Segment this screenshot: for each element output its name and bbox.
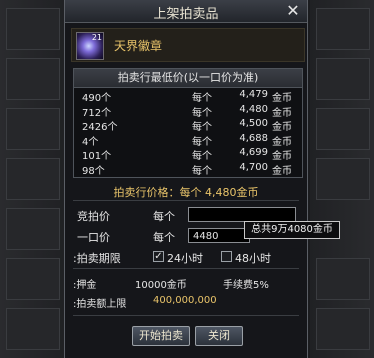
row-price: 4,700 <box>239 161 268 173</box>
row-price: 4,480 <box>239 103 268 115</box>
lowest-price-table: 拍卖行最低价(以一口价为准) 490个 每个 4,479 金币 712个 每个 … <box>73 68 303 178</box>
deposit-value: 10000金币 <box>135 280 187 291</box>
background-slot <box>6 158 60 200</box>
reference-price: 拍卖行价格：每个 4,480金币 <box>65 184 307 200</box>
background-slot <box>316 258 370 300</box>
48h-label[interactable]: 48小时 <box>235 250 271 266</box>
row-each: 每个 <box>192 165 212 177</box>
limit-value: 400,000,000 <box>153 295 217 306</box>
row-price: 4,500 <box>239 118 268 130</box>
background-slot <box>6 208 60 250</box>
background-slot <box>6 308 60 350</box>
dialog-titlebar[interactable]: 上架拍卖品 ✕ <box>65 0 307 23</box>
row-price: 4,688 <box>239 132 268 144</box>
row-price: 4,699 <box>239 147 268 159</box>
item-name: 天界徽章 <box>114 39 163 53</box>
background-slot <box>316 58 370 100</box>
table-row[interactable]: 490个 每个 4,479 金币 <box>74 88 302 104</box>
badge-item-icon[interactable]: 21 <box>76 32 104 60</box>
buyout-price-label: 一口价 <box>77 231 110 244</box>
duration-label: :拍卖期限 <box>73 252 121 265</box>
divider <box>73 268 299 269</box>
table-row[interactable]: 2426个 每个 4,500 金币 <box>74 117 302 133</box>
background-slot <box>6 108 60 150</box>
background-panel-right <box>310 0 374 358</box>
background-panel-left <box>0 0 64 358</box>
table-row[interactable]: 4个 每个 4,688 金币 <box>74 132 302 148</box>
item-slot: 21 天界徽章 <box>71 28 305 62</box>
item-icon-badge: 21 <box>91 33 102 42</box>
table-row[interactable]: 98个 每个 4,700 金币 <box>74 161 302 177</box>
background-slot <box>316 158 370 200</box>
close-icon[interactable]: ✕ <box>283 1 303 21</box>
48h-checkbox[interactable] <box>221 251 232 262</box>
buyout-each-label: 每个 <box>153 231 175 244</box>
reference-price-label: 拍卖行价格 <box>113 186 169 199</box>
buyout-price-input[interactable]: 4480 <box>188 228 250 243</box>
row-price: 4,479 <box>239 89 268 100</box>
bid-each-label: 每个 <box>153 210 175 223</box>
divider <box>73 200 299 201</box>
row-quantity: 98个 <box>82 165 105 177</box>
deposit-label: :押金 <box>73 280 97 291</box>
fee-text: 手续费5% <box>223 280 269 291</box>
24h-checkbox[interactable]: ✓ <box>153 251 164 262</box>
row-unit: 金币 <box>272 165 292 177</box>
limit-label: :拍卖额上限 <box>73 299 127 310</box>
table-row[interactable]: 101个 每个 4,699 金币 <box>74 146 302 162</box>
total-price-tooltip: 总共9万4080金币 <box>244 221 340 239</box>
background-slot <box>6 58 60 100</box>
24h-label[interactable]: 24小时 <box>167 250 203 266</box>
bid-price-input[interactable] <box>188 207 296 222</box>
reference-price-value: ：每个 4,480金币 <box>168 186 259 199</box>
close-button[interactable]: 关闭 <box>195 326 243 346</box>
dialog-title: 上架拍卖品 <box>153 7 219 22</box>
lowest-price-header: 拍卖行最低价(以一口价为准) <box>74 69 302 88</box>
background-slot <box>316 108 370 150</box>
background-slot <box>316 308 370 350</box>
background-slot <box>316 8 370 50</box>
start-auction-button[interactable]: 开始拍卖 <box>132 326 190 346</box>
background-slot <box>6 8 60 50</box>
divider <box>73 315 299 316</box>
background-slot <box>6 258 60 300</box>
auction-listing-dialog: 上架拍卖品 ✕ 21 天界徽章 拍卖行最低价(以一口价为准) 490个 每个 4… <box>64 0 308 358</box>
bid-price-label: 竞拍价 <box>77 210 110 223</box>
table-row[interactable]: 712个 每个 4,480 金币 <box>74 103 302 119</box>
